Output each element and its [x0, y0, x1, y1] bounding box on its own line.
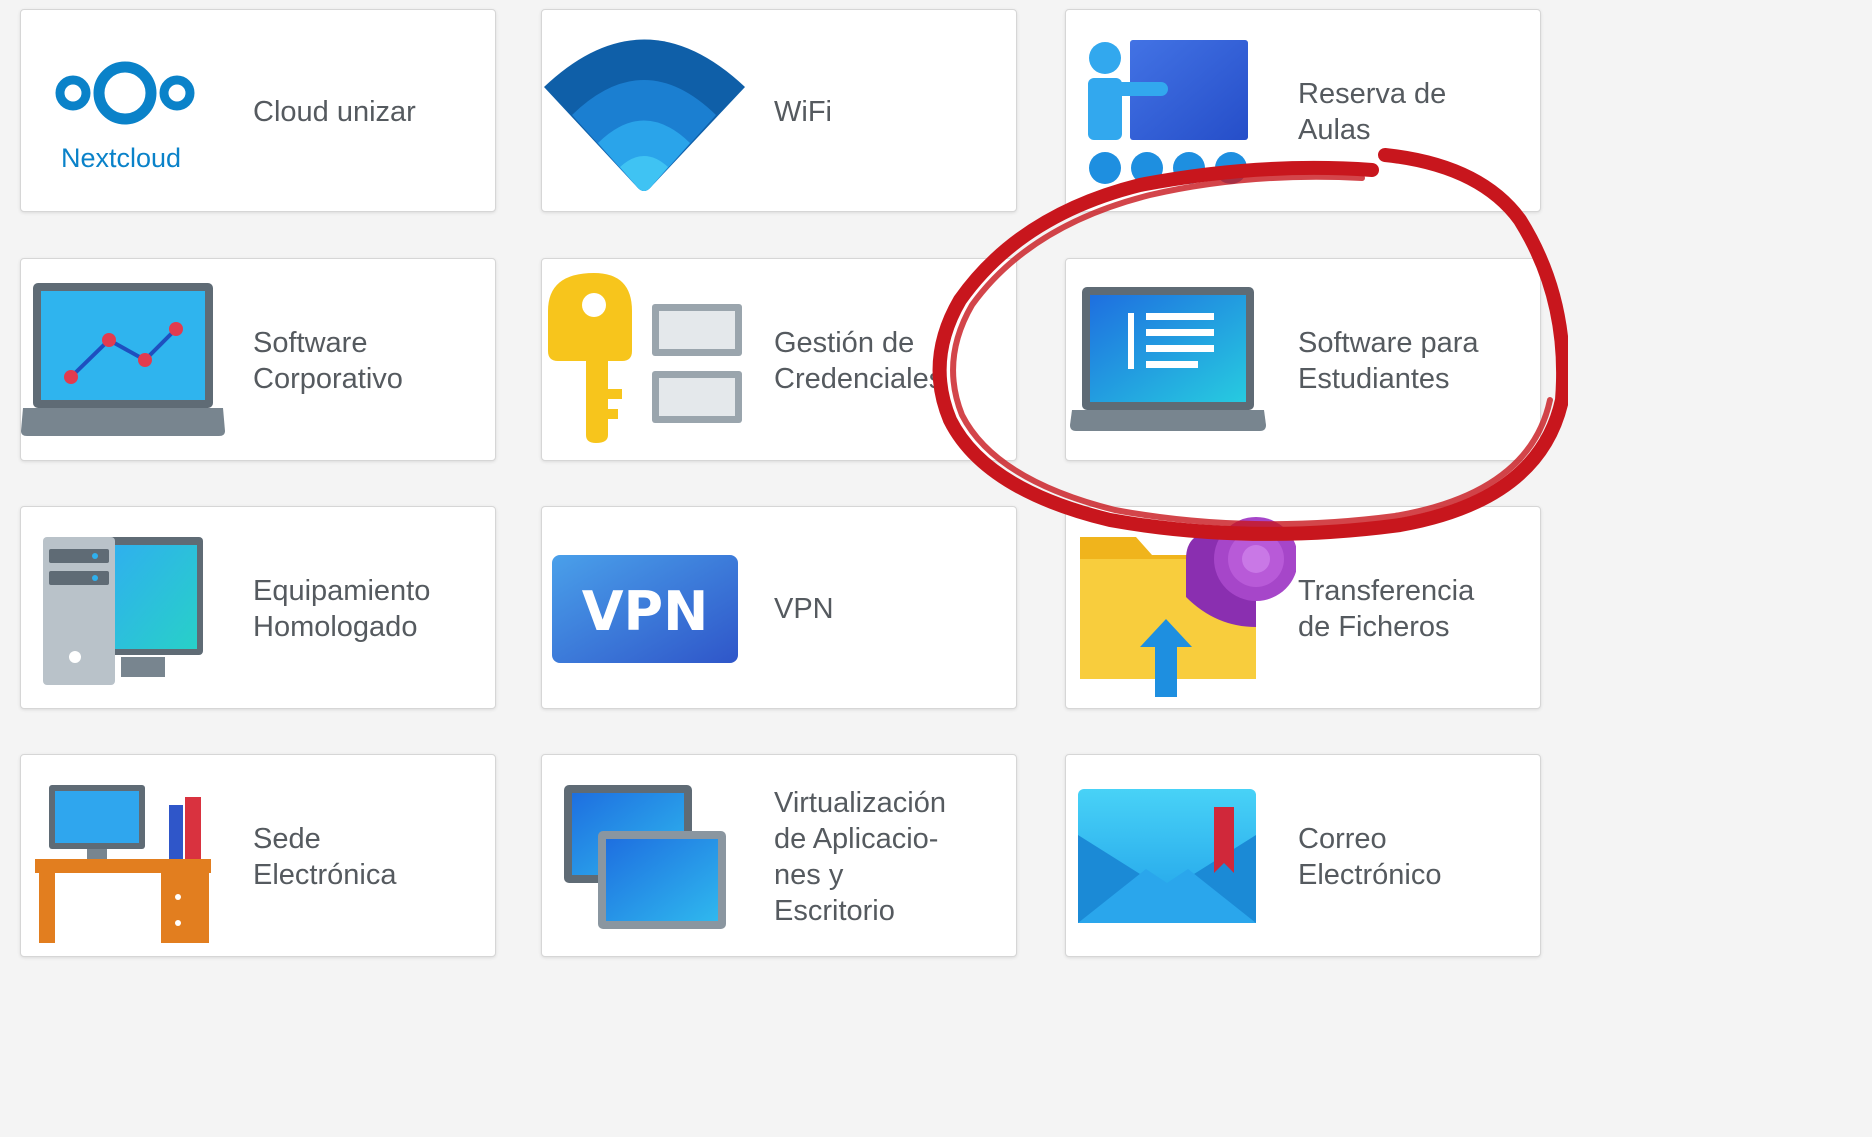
desktop-computer-icon: [21, 507, 251, 708]
service-card-gestion-credenciales[interactable]: Gestión de Credenciales: [541, 258, 1017, 461]
service-label: Reserva de Aulas: [1298, 77, 1447, 146]
service-card-equipamiento-homologado[interactable]: Equipamiento Homologado: [20, 506, 496, 709]
vpn-logo-text: VPN: [582, 580, 709, 643]
service-label: WiFi: [774, 95, 832, 128]
service-card-transferencia-ficheros[interactable]: Transferencia de Ficheros: [1065, 506, 1541, 709]
service-card-sede-electronica[interactable]: Sede Electrónica: [20, 754, 496, 957]
service-card-reserva-aulas[interactable]: Reserva de Aulas: [1065, 9, 1541, 212]
laptop-chart-icon: [21, 259, 251, 460]
wifi-icon: [542, 10, 772, 211]
service-card-software-corporativo[interactable]: Software Corporativo: [20, 258, 496, 461]
service-card-wifi[interactable]: WiFi: [541, 9, 1017, 212]
service-label: Cloud unizar: [253, 95, 416, 128]
laptop-document-icon: [1066, 259, 1296, 460]
service-label: VPN: [774, 592, 834, 625]
vpn-icon: VPN: [542, 507, 772, 708]
service-card-software-estudiantes[interactable]: Software para Estudiantes: [1065, 258, 1541, 461]
nextcloud-logo-text: Nextcloud: [61, 143, 181, 173]
service-label: Gestión de Credenciales: [774, 326, 944, 395]
service-label: Equipamiento Homologado: [253, 574, 431, 643]
service-card-cloud-unizar[interactable]: Nextcloud Cloud unizar: [20, 9, 496, 212]
nextcloud-icon: Nextcloud: [21, 10, 251, 211]
service-label: Sede Electrónica: [253, 822, 397, 891]
office-desk-icon: [21, 755, 251, 956]
virtual-desktops-icon: [542, 755, 772, 956]
service-card-vpn[interactable]: VPN VPN: [541, 506, 1017, 709]
classroom-booking-icon: [1066, 10, 1296, 211]
service-label: Correo Electrónico: [1298, 822, 1442, 891]
service-card-virtualizacion[interactable]: Virtualización de Aplicacio- nes y Escri…: [541, 754, 1017, 957]
service-label: Transferencia de Ficheros: [1298, 574, 1475, 643]
service-label: Software para Estudiantes: [1298, 326, 1479, 395]
service-label: Virtualización de Aplicacio- nes y Escri…: [774, 786, 946, 927]
service-label: Software Corporativo: [253, 326, 403, 395]
service-card-correo-electronico[interactable]: Correo Electrónico: [1065, 754, 1541, 957]
email-icon: [1066, 755, 1296, 956]
folder-upload-icon: [1066, 507, 1296, 708]
key-credentials-icon: [542, 259, 772, 460]
